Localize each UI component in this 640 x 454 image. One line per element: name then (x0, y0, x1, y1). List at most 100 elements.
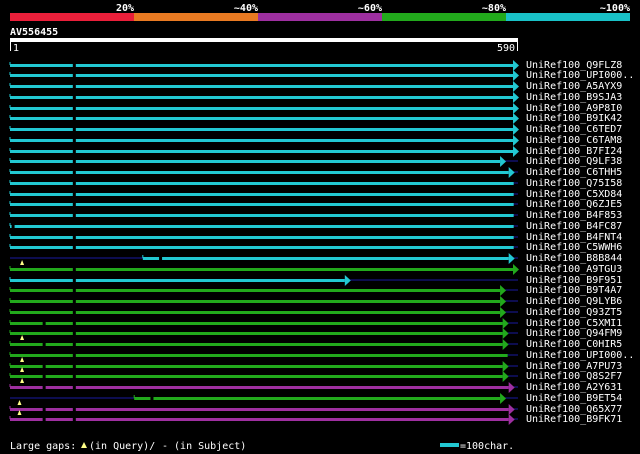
query-start: 1 (13, 43, 19, 54)
hit-row[interactable]: UniRef100_B4F853 (9, 210, 622, 221)
legend-band-80 (382, 13, 506, 21)
hit-row[interactable]: UniRef100_UPI000.. (9, 350, 634, 361)
subject-gap-marker (72, 365, 76, 368)
hit-row[interactable]: UniRef100_Q9LF38 (9, 156, 622, 167)
hit-end-arrow-icon (502, 361, 509, 372)
footer-query-text: (in Query)/ (89, 441, 155, 452)
hit-bar (10, 322, 503, 325)
subject-gap-marker (42, 322, 46, 325)
footer-legend: Large gaps: (in Query)/ - (in Subject) =… (10, 441, 514, 452)
hit-row[interactable]: UniRef100_B9SJA3 (9, 92, 622, 103)
hit-end-arrow-icon (508, 382, 515, 393)
hit-bar (10, 193, 514, 196)
subject-gap-marker (72, 268, 76, 271)
hit-bar (10, 418, 509, 421)
hit-row[interactable]: UniRef100_B4FC87 (9, 221, 622, 232)
hit-name: UniRef100_A9TGU3 (526, 264, 622, 275)
hit-bar (10, 236, 514, 239)
hit-bar (10, 375, 503, 378)
hit-name: UniRef100_A5AYX9 (526, 81, 622, 92)
subject-gap-marker (42, 386, 46, 389)
subject-gap-marker (42, 343, 46, 346)
hit-row[interactable]: UniRef100_B9T4A7 (9, 285, 622, 296)
hit-row[interactable]: UniRef100_Q75I58 (9, 178, 622, 189)
hit-end-arrow-icon (513, 124, 519, 135)
hit-end-arrow-icon (508, 404, 515, 415)
hit-row[interactable]: UniRef100_C6TED7 (9, 124, 622, 135)
hit-end-arrow-icon (508, 253, 515, 264)
hit-name: UniRef100_Q94FM9 (526, 328, 622, 339)
hit-end-arrow-icon (500, 307, 507, 318)
hit-list: UniRef100_Q9FLZ8UniRef100_UPI000..UniRef… (9, 60, 634, 425)
subject-gap-marker (72, 246, 76, 249)
hit-end-arrow-icon (500, 296, 507, 307)
alignment-graphic: 20% ~40% ~60% ~80% ~100% AV556455 1 590 … (9, 3, 634, 452)
hit-end-arrow-icon (502, 339, 509, 350)
hit-row[interactable]: UniRef100_A5AYX9 (9, 81, 622, 92)
hit-row[interactable]: UniRef100_Q9LYB6 (9, 296, 622, 307)
hit-bar (10, 160, 501, 163)
hit-row[interactable]: UniRef100_C6TAM8 (9, 135, 622, 146)
query-end-tick (517, 42, 518, 51)
subject-gap-marker (150, 397, 154, 400)
hit-bar (10, 365, 503, 368)
subject-gap-marker (72, 182, 76, 185)
hit-bar (10, 74, 513, 77)
hit-name: UniRef100_Q8S2F7 (526, 371, 622, 382)
hit-name: UniRef100_UPI000.. (526, 350, 634, 361)
hit-bar (10, 203, 514, 206)
hit-row[interactable]: UniRef100_Q6ZJE5 (9, 199, 622, 210)
identity-legend: 20% ~40% ~60% ~80% ~100% (10, 3, 630, 21)
hit-bar (10, 107, 513, 110)
hit-row[interactable]: UniRef100_B9IK42 (9, 113, 622, 124)
hit-row[interactable]: UniRef100_B8B844 (10, 253, 622, 264)
query-gap-marker-icon (20, 335, 25, 340)
subject-gap-marker (42, 365, 46, 368)
hit-name: UniRef100_Q9LYB6 (526, 296, 622, 307)
hit-row[interactable]: UniRef100_Q94FM9 (9, 328, 622, 339)
hit-bar (10, 64, 513, 67)
hit-row[interactable]: UniRef100_UPI000.. (9, 70, 634, 81)
hit-bar (10, 246, 514, 249)
hit-row[interactable]: UniRef100_C6THH5 (9, 167, 622, 178)
hit-bar (10, 289, 501, 292)
hit-name: UniRef100_C0HIR5 (526, 339, 622, 350)
subject-gap-marker (72, 96, 76, 99)
subject-gap-marker (72, 150, 76, 153)
subject-gap-marker (72, 375, 76, 378)
hit-end-arrow-icon (500, 156, 507, 167)
hit-name: UniRef100_B4FC87 (526, 221, 622, 232)
query-gap-marker-icon (20, 378, 25, 383)
legend-label-80: ~80% (482, 3, 506, 14)
subject-gap-marker (72, 64, 76, 67)
legend-band-100 (506, 13, 630, 21)
hit-bar (10, 311, 501, 314)
subject-gap-marker (72, 236, 76, 239)
subject-gap-marker (72, 289, 76, 292)
hit-row[interactable]: UniRef100_B9ET54 (10, 393, 622, 404)
hit-row[interactable]: UniRef100_C5WWH6 (9, 242, 622, 253)
hit-name: UniRef100_Q6ZJE5 (526, 199, 622, 210)
subject-gap-marker (72, 117, 76, 120)
subject-gap-marker (72, 107, 76, 110)
hit-end-arrow-icon (508, 414, 515, 425)
hit-bar (10, 408, 509, 411)
query-end: 590 (497, 43, 515, 54)
subject-gap-marker (11, 225, 15, 228)
hit-end-arrow-icon (500, 285, 507, 296)
hit-bar (10, 354, 508, 357)
query-ruler: AV556455 1 590 (10, 27, 518, 54)
hit-name: UniRef100_B9SJA3 (526, 92, 622, 103)
legend-label-40: ~40% (234, 3, 258, 14)
hit-name: UniRef100_C6TAM8 (526, 135, 622, 146)
hit-row[interactable]: UniRef100_Q93ZT5 (9, 307, 622, 318)
hit-name: UniRef100_C6TED7 (526, 124, 622, 135)
subject-gap-marker (72, 300, 76, 303)
hit-end-arrow-icon (513, 81, 519, 92)
subject-gap-marker (72, 322, 76, 325)
hit-name: UniRef100_B9IK42 (526, 113, 622, 124)
legend-label-60: ~60% (358, 3, 382, 14)
hit-end-arrow-icon (513, 70, 519, 81)
hit-end-arrow-icon (513, 264, 519, 275)
subject-gap-marker (72, 214, 76, 217)
